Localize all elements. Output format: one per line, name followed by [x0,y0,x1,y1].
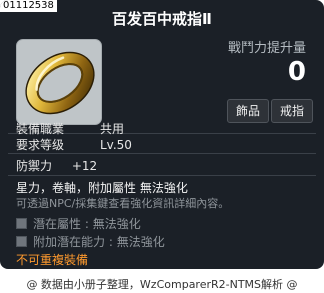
job-value: 共用 [100,122,125,136]
power-increase-label: 戰鬥力提升量 [227,41,306,56]
defense-row: 防禦力 +12 [16,157,97,174]
job-row: 裝備職業 共用 [16,120,124,137]
npc-info-note: 可透過NPC/採集鍵查看強化資訊詳細內容。 [16,197,230,210]
power-increase-value: 0 [287,57,306,87]
latent-label: 潛在屬性 [33,217,82,231]
divider [8,175,316,176]
job-label: 裝備職業 [16,122,65,136]
bullet-icon [16,236,27,247]
add-latent-value: 無法強化 [116,235,165,249]
item-icon-frame [16,39,102,125]
enhance-properties-note: 星力，卷軸，附加屬性 無法強化 [16,181,188,195]
category-tag: 飾品 [227,99,270,123]
bullet-icon [16,218,27,229]
level-row: 要求等级 Lv.50 [16,136,132,153]
divider [8,153,316,154]
ring-icon [25,51,95,115]
latent-value: 無法強化 [92,217,141,231]
level-label: 要求等级 [16,138,65,152]
type-tag: 戒指 [271,99,314,123]
add-latent-row: 附加潛在能力 : 無法強化 [16,233,165,250]
latent-row: 潛在屬性 : 無法強化 [16,215,141,232]
defense-value: +12 [71,159,98,173]
trade-status: 不可重複裝備 [16,253,89,267]
item-tooltip: 01112538 百发百中戒指Ⅱ 戰鬥力提升量 0 飾品 戒指 裝備職業 共用 … [0,0,324,269]
add-latent-label: 附加潛在能力 [33,235,106,249]
item-name: 百发百中戒指Ⅱ [112,10,212,28]
defense-label: 防禦力 [16,159,53,173]
footer-credit: @ 数据由小册子整理，WzComparerR2-NTMS解析 @ [26,278,298,291]
level-value: Lv.50 [100,138,132,152]
